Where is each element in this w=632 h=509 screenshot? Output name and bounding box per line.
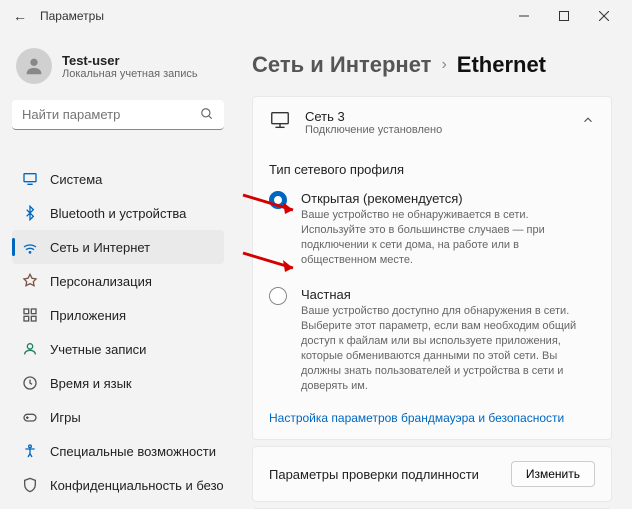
minimize-button[interactable] (504, 2, 544, 30)
sidebar-item-system[interactable]: Система (12, 162, 224, 196)
main-content: Сеть и Интернет › Ethernet Сеть 3 Подклю… (232, 32, 632, 509)
accounts-icon (22, 341, 38, 357)
maximize-button[interactable] (544, 2, 584, 30)
system-icon (22, 171, 38, 187)
auth-change-button[interactable]: Изменить (511, 461, 595, 487)
sidebar-item-label: Конфиденциальность и безопасность (50, 478, 224, 493)
apps-icon (22, 307, 38, 323)
chevron-up-icon[interactable] (581, 113, 595, 132)
breadcrumb-parent[interactable]: Сеть и Интернет (252, 52, 431, 78)
radio-private-desc: Ваше устройство доступно для обнаружения… (301, 304, 595, 393)
search-icon (200, 107, 214, 126)
radio-private[interactable]: Частная Ваше устройство доступно для обн… (253, 281, 611, 407)
radio-public-title: Открытая (рекомендуется) (301, 191, 595, 206)
sidebar-item-privacy[interactable]: Конфиденциальность и безопасность (12, 468, 224, 502)
network-icon (22, 239, 38, 255)
sidebar-item-label: Время и язык (50, 376, 132, 391)
radio-private-title: Частная (301, 287, 595, 302)
network-status: Подключение установлено (305, 124, 567, 136)
sidebar-item-label: Система (50, 172, 102, 187)
accessibility-icon (22, 443, 38, 459)
sidebar-item-label: Персонализация (50, 274, 152, 289)
sidebar-item-bluetooth[interactable]: Bluetooth и устройства (12, 196, 224, 230)
sidebar-item-personalization[interactable]: Персонализация (12, 264, 224, 298)
bluetooth-icon (22, 205, 38, 221)
titlebar: ← Параметры (0, 0, 632, 32)
radio-public[interactable]: Открытая (рекомендуется) Ваше устройство… (253, 185, 611, 281)
user-sub: Локальная учетная запись (62, 68, 198, 80)
breadcrumb-current: Ethernet (457, 52, 546, 78)
back-button[interactable]: ← (8, 8, 32, 24)
sidebar-item-time[interactable]: Время и язык (12, 366, 224, 400)
search-input[interactable] (12, 100, 224, 130)
radio-public-input[interactable] (269, 191, 287, 209)
radio-private-input[interactable] (269, 287, 287, 305)
sidebar-item-network[interactable]: Сеть и Интернет (12, 230, 224, 264)
sidebar-item-label: Специальные возможности (50, 444, 216, 459)
auth-row[interactable]: Параметры проверки подлинности Изменить (252, 446, 612, 502)
ethernet-icon (269, 109, 291, 136)
gaming-icon (22, 409, 38, 425)
network-card[interactable]: Сеть 3 Подключение установлено Тип сетев… (252, 96, 612, 440)
sidebar-item-gaming[interactable]: Игры (12, 400, 224, 434)
sidebar-item-label: Сеть и Интернет (50, 240, 150, 255)
close-button[interactable] (584, 2, 624, 30)
firewall-link[interactable]: Настройка параметров брандмауэра и безоп… (253, 407, 611, 439)
sidebar-item-accounts[interactable]: Учетные записи (12, 332, 224, 366)
sidebar-item-label: Учетные записи (50, 342, 146, 357)
personalization-icon (22, 273, 38, 289)
avatar (16, 48, 52, 84)
sidebar-item-label: Bluetooth и устройства (50, 206, 186, 221)
sidebar-item-label: Игры (50, 410, 81, 425)
sidebar: Test-user Локальная учетная запись Систе… (0, 32, 232, 509)
user-name: Test-user (62, 53, 198, 68)
network-name: Сеть 3 (305, 109, 567, 124)
sidebar-item-accessibility[interactable]: Специальные возможности (12, 434, 224, 468)
window-title: Параметры (40, 9, 104, 23)
user-block[interactable]: Test-user Локальная учетная запись (12, 40, 224, 100)
time-icon (22, 375, 38, 391)
breadcrumb: Сеть и Интернет › Ethernet (252, 52, 612, 78)
profile-heading: Тип сетевого профиля (253, 148, 611, 185)
privacy-icon (22, 477, 38, 493)
radio-public-desc: Ваше устройство не обнаруживается в сети… (301, 208, 595, 267)
auth-label: Параметры проверки подлинности (269, 467, 479, 482)
sidebar-item-update[interactable]: Центр обновления Windows (12, 502, 224, 509)
sidebar-item-label: Приложения (50, 308, 126, 323)
sidebar-item-apps[interactable]: Приложения (12, 298, 224, 332)
chevron-right-icon: › (441, 56, 446, 74)
